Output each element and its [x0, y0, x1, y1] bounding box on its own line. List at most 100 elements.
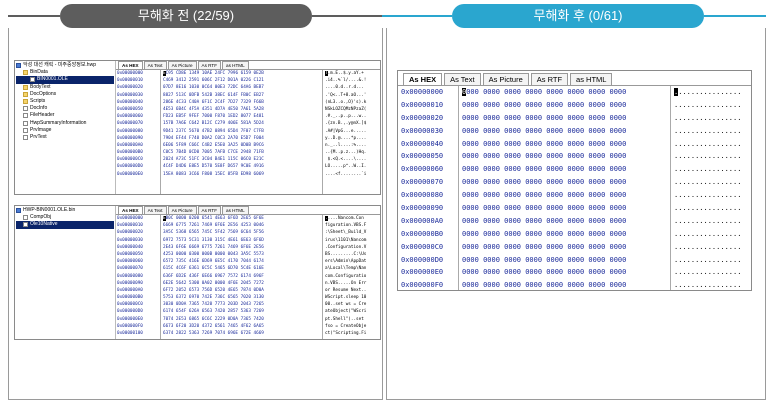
divider-line	[8, 15, 60, 17]
tab-as-text[interactable]: As Text	[144, 206, 167, 214]
hex-column: 0000 0000 0000 0000 0000 0000 0000 0000 0…	[458, 86, 671, 290]
tree-node[interactable]: DocInfo	[16, 105, 114, 112]
tree-node[interactable]: CompObj	[16, 214, 114, 221]
tree-node[interactable]: DocOptions	[16, 91, 114, 98]
tab-as-text[interactable]: As Text	[444, 73, 480, 85]
offset-cell: 0x000000E0	[401, 266, 458, 279]
offset-cell: 0x00000040	[401, 138, 458, 151]
tree-node[interactable]: BinData	[16, 69, 114, 76]
tree-node-label: DocOptions	[30, 91, 56, 98]
offset-cell: 0x00000020	[401, 112, 458, 125]
hex-cell: 6E06 5F89 C66C C4B2 E5E0 3A25 0D0B B9C6	[163, 142, 322, 149]
offset-cell: 0x000000A0	[117, 142, 160, 149]
caret-cursor: .	[325, 216, 328, 221]
offset-cell: 0x00000080	[117, 273, 160, 280]
ascii-cell: ....0.d..r.d...	[325, 84, 380, 91]
tab-as-rtf[interactable]: As RTF	[198, 206, 221, 214]
tree-node-label: PrvText	[30, 134, 47, 141]
ascii-cell: ................	[674, 228, 751, 241]
hex-cell: 0000 0000 0000 0000 0000 0000 0000 0000	[462, 215, 670, 228]
tab-as-text[interactable]: As Text	[144, 61, 167, 69]
hex-view[interactable]: 0x00000000 0x00000010 0x00000020 0x00000030…	[116, 69, 380, 194]
ascii-column: .....Nancom.Con figuration.VBS.F:\Sheet\_…	[323, 215, 380, 339]
tree-node[interactable]: FileHeader	[16, 112, 114, 119]
ascii-cell: ers\Admin\AppDat	[325, 258, 380, 265]
hex-column: EB0C 0000 0200 6541 4E63 6F6D 2E65 6F6E 6…	[160, 215, 323, 339]
tab-as-picture[interactable]: As Picture	[168, 61, 197, 69]
offset-cell: 0x000000C0	[117, 301, 160, 308]
offset-column: 0x00000000 0x00000010 0x00000020 0x00000030…	[116, 215, 160, 339]
tree-node-label: BodyText	[30, 84, 51, 91]
hex-cell: 0000 0000 0000 0000 0000 0000 0000 0000	[462, 189, 670, 202]
ascii-cell: irus\1101\Nancom	[325, 237, 380, 244]
hex-cell: 4253 0000 0300 000B 0000 0043 3A5C 5573	[163, 251, 322, 258]
offset-cell: 0x000000D0	[401, 254, 458, 267]
ascii-cell: ..{M..p.z...)Hq.	[325, 149, 380, 156]
tree-node[interactable]: BodyText	[16, 84, 114, 91]
offset-cell: 0x00000000	[117, 215, 160, 222]
hex-cell: 07D7 8E16 1030 0C64 00E3 72DC 64A6 BEB7	[163, 84, 322, 91]
tab-as-rtf[interactable]: As RTF	[531, 73, 568, 85]
view-tabs: As HEX As Text As Picture As RTF as HTML	[116, 206, 380, 214]
tree-node[interactable]: 악성 대선 캐릭 - 미주중앙정보.hwp	[16, 62, 114, 69]
hex-cell: 2E43 6F6E 6669 6775 7261 7469 6F6E 2E56	[163, 244, 322, 251]
tree-node-label: 악성 대선 캐릭 - 미주중앙정보.hwp	[23, 62, 96, 69]
caret-cursor: 0	[462, 88, 466, 96]
offset-cell: 0x00000080	[401, 189, 458, 202]
offset-cell: 0x000000E0	[117, 171, 160, 178]
offset-column: 0x00000000 0x00000010 0x00000020 0x00000030…	[398, 86, 458, 290]
hex-cell: 3030 0D0A 7365 7420 7773 203D 2043 7265	[163, 301, 322, 308]
tab-as-rtf[interactable]: As RTF	[198, 61, 221, 69]
tree-node[interactable]: Scripts	[16, 98, 114, 105]
ascii-cell: .'Q<..T+8.aO...'	[325, 92, 380, 99]
ascii-cell: .i4..%`l/....&.!	[325, 77, 380, 84]
tree-node-label: Scripts	[30, 98, 45, 105]
offset-cell: 0x000000D0	[117, 308, 160, 315]
tree-node[interactable]: Ole10Native	[16, 221, 114, 228]
tab-as-hex[interactable]: As HEX	[403, 73, 442, 85]
hex-cell: 0000 0000 0000 0000 0000 0000 0000 0000	[462, 176, 670, 189]
tab-as-html[interactable]: as HTML	[222, 206, 249, 214]
ascii-cell: fso = CreateObje	[325, 323, 380, 330]
tab-as-hex[interactable]: As HEX	[118, 61, 143, 69]
offset-cell: 0x000000A0	[117, 287, 160, 294]
ascii-cell: ................	[674, 150, 751, 163]
hex-view[interactable]: 0x00000000 0x00000010 0x00000020 0x00000030…	[116, 214, 380, 339]
tree-node[interactable]: PrvText	[16, 134, 114, 141]
hex-cell: 0000 0000 0000 0000 0000 0000 0000 0000	[462, 99, 670, 112]
ascii-cell: pt.Shell")..set	[325, 316, 380, 323]
tab-as-picture[interactable]: As Picture	[483, 73, 529, 85]
hex-cell: 15EA 8083 3C66 F808 15EC 85FB ED98 6069	[163, 171, 322, 178]
offset-cell: 0x00000010	[117, 222, 160, 229]
hex-cell: 7904 EF44 F740 D0A2 C0C3 2A70 E5D7 F004	[163, 135, 322, 142]
comparison-page: 무해화 전 (22/59) 무해화 후 (0/61) 악성 대선 캐릭 - 미주…	[0, 0, 773, 402]
tree-node[interactable]: HwpSummaryInformation	[16, 120, 114, 127]
tab-as-html[interactable]: as HTML	[222, 61, 249, 69]
offset-cell: 0x00000060	[117, 258, 160, 265]
hex-view[interactable]: 0x00000000 0x00000010 0x00000020 0x00000030…	[398, 85, 751, 290]
ascii-cell: .#._..p..p...w..	[325, 113, 380, 120]
ascii-cell: NSkLOZCQMzNPzaZ(	[325, 106, 380, 113]
folder-icon	[23, 99, 28, 104]
folder-icon	[23, 70, 28, 75]
tree-node[interactable]: HWP-BIN0001.OLE.bin	[16, 207, 114, 214]
hex-cell: 6572 735C 416E 6D69 6E5C 4170 7044 6174	[163, 258, 322, 265]
tab-as-picture[interactable]: As Picture	[168, 206, 197, 214]
ascii-cell: ................	[674, 215, 751, 228]
folder-icon	[23, 92, 28, 97]
stream-icon	[23, 215, 28, 220]
hex-cell: 0000 0000 0000 0000 0000 0000 0000 0000	[462, 112, 670, 125]
offset-cell: 0x00000020	[117, 229, 160, 236]
tab-as-hex[interactable]: As HEX	[118, 206, 143, 214]
ascii-cell: WScript.sleep 10	[325, 294, 380, 301]
hex-cell: EB0C 0000 0200 6541 4E63 6F6D 2E65 6F6E	[163, 215, 322, 222]
hex-cell: 0000 0000 0000 0000 0000 0000 0000 0000	[462, 254, 670, 267]
hex-cell: FD23 EB5F 9FEF 7000 F870 1ED2 8077 E481	[163, 113, 322, 120]
ascii-cell: .{zn.B.,.y@nX.]$	[325, 120, 380, 127]
tree-node[interactable]: PrvImage	[16, 127, 114, 134]
ascii-cell: a\Local\Temp\Nan	[325, 265, 380, 272]
ole-viewer-window: HWP-BIN0001.OLE.bin CompObj Ole10Native …	[14, 205, 381, 340]
tab-as-html[interactable]: as HTML	[570, 73, 612, 85]
tree-node[interactable]: BIN0001.OLE	[16, 76, 114, 83]
hex-column: EC95 CD8E 1349 10AE 24FC 7996 6159 0E2B C…	[160, 70, 323, 194]
